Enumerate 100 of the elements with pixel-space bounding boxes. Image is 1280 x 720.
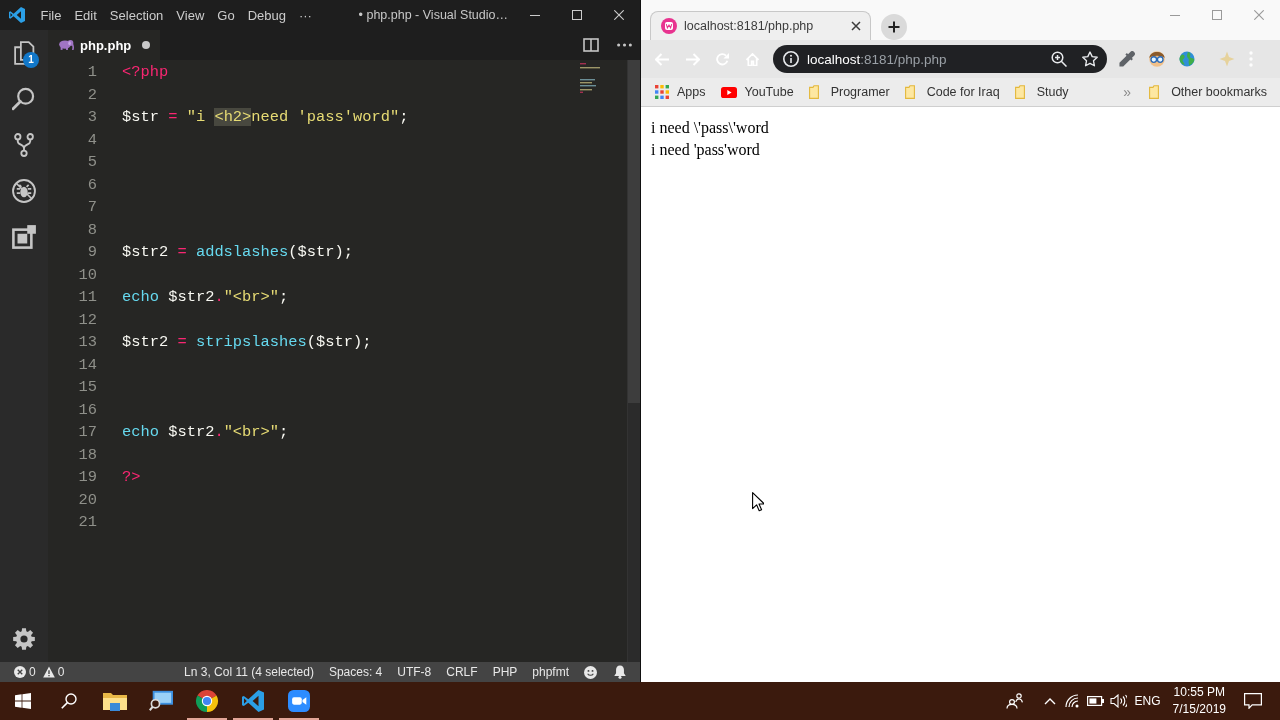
scrollbar-thumb[interactable] bbox=[628, 60, 640, 403]
menu-item[interactable]: Go bbox=[210, 0, 242, 30]
line-number: 9 bbox=[86, 242, 97, 263]
play-logo-icon bbox=[720, 86, 737, 98]
bookmark[interactable]: Code for Iraq bbox=[904, 85, 1000, 99]
monitor-search-icon bbox=[149, 690, 173, 712]
bookmark[interactable]: Apps bbox=[655, 85, 706, 99]
code-line: <?php bbox=[122, 62, 169, 83]
debug-icon[interactable] bbox=[12, 179, 36, 203]
warning-icon bbox=[42, 666, 55, 678]
window-title: • php.php - Visual Studio… bbox=[358, 8, 508, 22]
windows-start-icon[interactable] bbox=[15, 693, 31, 709]
new-tab-icon[interactable] bbox=[881, 14, 907, 40]
problems-button[interactable]: 0 0 bbox=[14, 665, 65, 679]
notification-icon[interactable] bbox=[1244, 693, 1262, 709]
line-number: 4 bbox=[86, 129, 97, 151]
vscode-logo-icon bbox=[241, 690, 265, 712]
star-icon[interactable] bbox=[1082, 51, 1098, 67]
minimize-icon[interactable] bbox=[530, 14, 540, 16]
line-number: 11 bbox=[77, 287, 97, 308]
line-number: 12 bbox=[77, 309, 97, 331]
language-button[interactable]: ENG bbox=[1134, 694, 1161, 708]
clock-date[interactable]: 7/15/2019 bbox=[1172, 701, 1226, 718]
source-control-icon[interactable] bbox=[12, 133, 36, 157]
code-line: echo $str2."<br>"; bbox=[122, 422, 289, 443]
status-item[interactable]: Spaces: 4 bbox=[328, 665, 383, 679]
favicon-icon bbox=[661, 18, 677, 34]
status-item[interactable]: CRLF bbox=[446, 665, 478, 679]
line-number: 19 bbox=[77, 467, 97, 488]
code-line: $str2 = stripslashes($str); bbox=[122, 332, 372, 353]
files-icon[interactable] bbox=[12, 41, 36, 65]
code-line: $str2 = addslashes($str); bbox=[122, 242, 353, 263]
line-number: 15 bbox=[77, 377, 97, 398]
status-item[interactable]: UTF-8 bbox=[397, 665, 432, 679]
line-number: 16 bbox=[77, 399, 97, 421]
info-icon[interactable] bbox=[783, 51, 799, 67]
unsaved-dot-icon[interactable] bbox=[142, 41, 150, 49]
line-number: 3 bbox=[86, 107, 97, 128]
url-text[interactable]: localhost:8181/php.php bbox=[807, 51, 947, 67]
status-item[interactable]: Ln 3, Col 11 (4 selected) bbox=[184, 665, 314, 679]
line-number: 2 bbox=[86, 84, 97, 106]
page-text: i need 'pass'word bbox=[651, 140, 760, 161]
browser-tab[interactable]: localhost:8181/php.php bbox=[650, 11, 871, 40]
line-number: 18 bbox=[77, 444, 97, 466]
clock-time[interactable]: 10:55 PM bbox=[1173, 684, 1225, 701]
eyedropper-icon[interactable] bbox=[1119, 51, 1135, 67]
editor-tab[interactable]: php.php bbox=[48, 30, 160, 60]
vscode-logo-icon[interactable] bbox=[9, 7, 25, 23]
wifi-icon[interactable] bbox=[1064, 694, 1079, 708]
status-item[interactable]: phpfmt bbox=[532, 665, 569, 679]
maximize-icon[interactable] bbox=[572, 10, 582, 20]
menu-item[interactable]: File bbox=[34, 0, 68, 30]
folder-icon bbox=[1014, 85, 1025, 99]
line-number: 20 bbox=[77, 489, 97, 511]
menu-item[interactable]: ··· bbox=[292, 0, 319, 30]
error-icon bbox=[14, 666, 26, 678]
folder-icon bbox=[904, 85, 915, 99]
settings-icon[interactable] bbox=[13, 628, 35, 650]
bookmark[interactable]: YouTube bbox=[720, 85, 794, 99]
bookmark[interactable]: Programer bbox=[808, 85, 890, 99]
menu-item[interactable]: Selection bbox=[103, 0, 170, 30]
smiley-icon[interactable] bbox=[584, 665, 597, 679]
page-text: i need \'pass\'word bbox=[651, 118, 769, 139]
people-icon[interactable] bbox=[1005, 693, 1023, 709]
search-icon[interactable] bbox=[61, 693, 77, 709]
extensions-icon[interactable] bbox=[12, 225, 36, 249]
zoom-in-icon[interactable] bbox=[1051, 51, 1067, 67]
count-badge: 1 bbox=[23, 52, 39, 68]
battery-icon[interactable] bbox=[1086, 696, 1104, 706]
address-bar[interactable]: localhost:8181/php.php bbox=[773, 45, 1107, 73]
line-number: 1 bbox=[86, 62, 97, 83]
line-number: 5 bbox=[86, 152, 97, 173]
menu-item[interactable]: View bbox=[169, 0, 211, 30]
bookmark[interactable]: Other bookmarks bbox=[1149, 85, 1267, 99]
mouse-pointer-icon bbox=[752, 492, 764, 512]
status-item[interactable]: PHP bbox=[492, 665, 518, 679]
code-line: echo $str2."<br>"; bbox=[122, 287, 289, 308]
folder-icon bbox=[1149, 85, 1160, 99]
line-number: 14 bbox=[77, 354, 97, 376]
line-number: 6 bbox=[86, 174, 97, 196]
line-number: 21 bbox=[77, 512, 97, 533]
bell-icon[interactable] bbox=[614, 665, 626, 679]
chevron-up-icon[interactable] bbox=[1043, 697, 1056, 705]
split-editor-icon[interactable] bbox=[583, 38, 599, 52]
apps-grid-icon bbox=[655, 85, 669, 99]
code-line: ?> bbox=[122, 467, 141, 488]
folder-icon bbox=[808, 85, 819, 99]
line-number: 10 bbox=[77, 264, 97, 286]
face-glasses-icon[interactable] bbox=[1149, 51, 1165, 67]
globe-icon[interactable] bbox=[1179, 51, 1195, 67]
menu-item[interactable]: Edit bbox=[67, 0, 104, 30]
folder-icon bbox=[103, 690, 127, 712]
more-actions-icon[interactable] bbox=[617, 43, 632, 47]
bookmark[interactable]: Study bbox=[1014, 85, 1069, 99]
menu-item[interactable]: Debug bbox=[241, 0, 293, 30]
code-line: $str = "i <h2>need 'pass'word"; bbox=[122, 107, 409, 128]
search-icon[interactable] bbox=[12, 87, 36, 111]
speaker-icon[interactable] bbox=[1109, 694, 1127, 708]
line-number: 13 bbox=[77, 332, 97, 353]
close-icon[interactable] bbox=[851, 21, 861, 31]
